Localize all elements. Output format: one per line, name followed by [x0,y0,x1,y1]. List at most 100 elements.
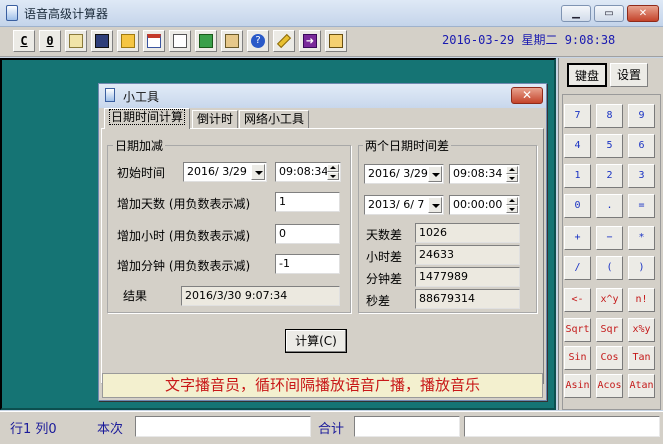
chevron-down-icon[interactable] [428,197,442,213]
key-9-1[interactable]: Acos [596,374,623,398]
key-3-1[interactable]: . [596,194,623,218]
pin-icon[interactable] [273,30,295,52]
start-date-value: 2016/ 3/29 [187,165,247,178]
total-field [354,416,460,437]
key-2-2[interactable]: 3 [628,164,655,188]
seconds-diff-label: 秒差 [366,294,391,308]
tab-network-tools[interactable]: 网络小工具 [239,110,310,128]
seconds-diff-field: 88679314 [415,289,520,309]
key-6-1[interactable]: x^y [596,288,623,312]
app-icon [6,5,18,21]
open-folder-icon[interactable] [117,30,139,52]
tools-dialog: 小工具 ✕ 日期时间计算 倒计时 网络小工具 日期加减 初始时间 2016/ 3… [98,83,547,401]
key-7-1[interactable]: Sqr [596,318,623,342]
key-6-0[interactable]: <- [564,288,591,312]
key-1-0[interactable]: 4 [564,134,591,158]
key-0-0[interactable]: 7 [564,104,591,128]
spinner-icon[interactable] [506,197,518,213]
key-2-1[interactable]: 2 [596,164,623,188]
start-date-picker[interactable]: 2016/ 3/29 [183,162,267,182]
key-3-2[interactable]: = [628,194,655,218]
minutes-diff-label: 分钟差 [366,272,403,286]
dialog-close-button[interactable]: ✕ [511,87,543,104]
add-minutes-label: 增加分钟 (用负数表示减) [117,259,251,273]
add-days-label: 增加天数 (用负数表示减) [117,197,251,211]
this-time-field [135,416,311,437]
dialog-title-bar [99,84,546,108]
days-diff-field: 1026 [415,223,520,243]
start-time-value: 09:08:34 [279,165,329,178]
time1-value: 09:08:34 [453,167,503,180]
arrow-right-icon[interactable]: ➜ [299,30,321,52]
key-6-2[interactable]: n! [628,288,655,312]
date2-picker[interactable]: 2013/ 6/ 7 [364,195,444,215]
key-7-2[interactable]: x%y [628,318,655,342]
marquee-banner: 文字播音员，循环间隔播放语音广播，播放音乐 [102,373,543,398]
chevron-down-icon[interactable] [251,164,265,180]
tab-datetime-calc-label: 日期时间计算 [109,109,186,125]
key-5-0[interactable]: / [564,256,591,280]
add-hours-input[interactable]: 0 [275,224,340,244]
spinner-icon[interactable] [506,166,518,182]
key-1-1[interactable]: 5 [596,134,623,158]
start-time-label: 初始时间 [117,166,166,180]
paste-icon[interactable] [65,30,87,52]
key-2-0[interactable]: 1 [564,164,591,188]
add-days-input[interactable]: 1 [275,192,340,212]
datetime-display: 2016-03-29 星期二 9:08:38 [442,33,616,47]
print-preview-icon[interactable] [169,30,191,52]
key-1-2[interactable]: 6 [628,134,655,158]
key-3-0[interactable]: 0 [564,194,591,218]
add-minutes-input[interactable]: -1 [275,254,340,274]
key-0-1[interactable]: 8 [596,104,623,128]
key-0-2[interactable]: 9 [628,104,655,128]
maximize-icon[interactable]: ▭ [594,5,624,22]
key-8-1[interactable]: Cos [596,346,623,370]
calendar-icon[interactable] [143,30,165,52]
close-icon[interactable]: ✕ [627,5,659,22]
chevron-down-icon[interactable] [428,166,442,182]
time1-spinner[interactable]: 09:08:34 [449,164,520,184]
time2-value: 00:00:00 [453,198,503,211]
tab-countdown[interactable]: 倒计时 [192,110,239,128]
tab-keyboard[interactable]: 键盘 [567,63,607,87]
key-8-2[interactable]: Tan [628,346,655,370]
dialog-icon [105,88,115,102]
date1-picker[interactable]: 2016/ 3/29 [364,164,444,184]
tab-datetime-calc[interactable]: 日期时间计算 [104,108,191,129]
key-4-1[interactable]: − [596,226,623,250]
key-5-2[interactable]: ) [628,256,655,280]
status-extra-field [464,416,660,437]
calculate-button[interactable]: 计算(C) [285,329,347,353]
time2-spinner[interactable]: 00:00:00 [449,195,520,215]
help-icon[interactable]: ? [247,30,269,52]
cursor-position: 行1 列0 [10,422,57,437]
date1-value: 2016/ 3/29 [368,167,428,180]
spinner-icon[interactable] [327,164,339,180]
zero-button[interactable]: 0 [39,30,61,52]
home-icon[interactable] [195,30,217,52]
result-label: 结果 [123,289,148,303]
dialog-title: 小工具 [123,90,160,104]
minutes-diff-field: 1477989 [415,267,520,287]
total-label: 合计 [318,422,345,437]
start-time-spinner[interactable]: 09:08:34 [275,162,341,182]
add-hours-label: 增加小时 (用负数表示减) [117,229,251,243]
key-4-2[interactable]: * [628,226,655,250]
window-title: 语音高级计算器 [24,7,109,21]
days-diff-label: 天数差 [366,228,403,242]
key-9-0[interactable]: Asin [564,374,591,398]
key-4-0[interactable]: + [564,226,591,250]
key-7-0[interactable]: Sqrt [564,318,591,342]
minimize-icon[interactable]: ▁ [561,5,591,22]
clear-button[interactable]: C [13,30,35,52]
hours-diff-field: 24633 [415,245,520,265]
speaker-icon[interactable] [221,30,243,52]
save-icon[interactable] [91,30,113,52]
key-8-0[interactable]: Sin [564,346,591,370]
key-9-2[interactable]: Atan [628,374,655,398]
exit-icon[interactable] [325,30,347,52]
key-5-1[interactable]: ( [596,256,623,280]
tab-settings[interactable]: 设置 [610,63,648,87]
date-diff-group-title: 两个日期时间差 [363,137,452,154]
